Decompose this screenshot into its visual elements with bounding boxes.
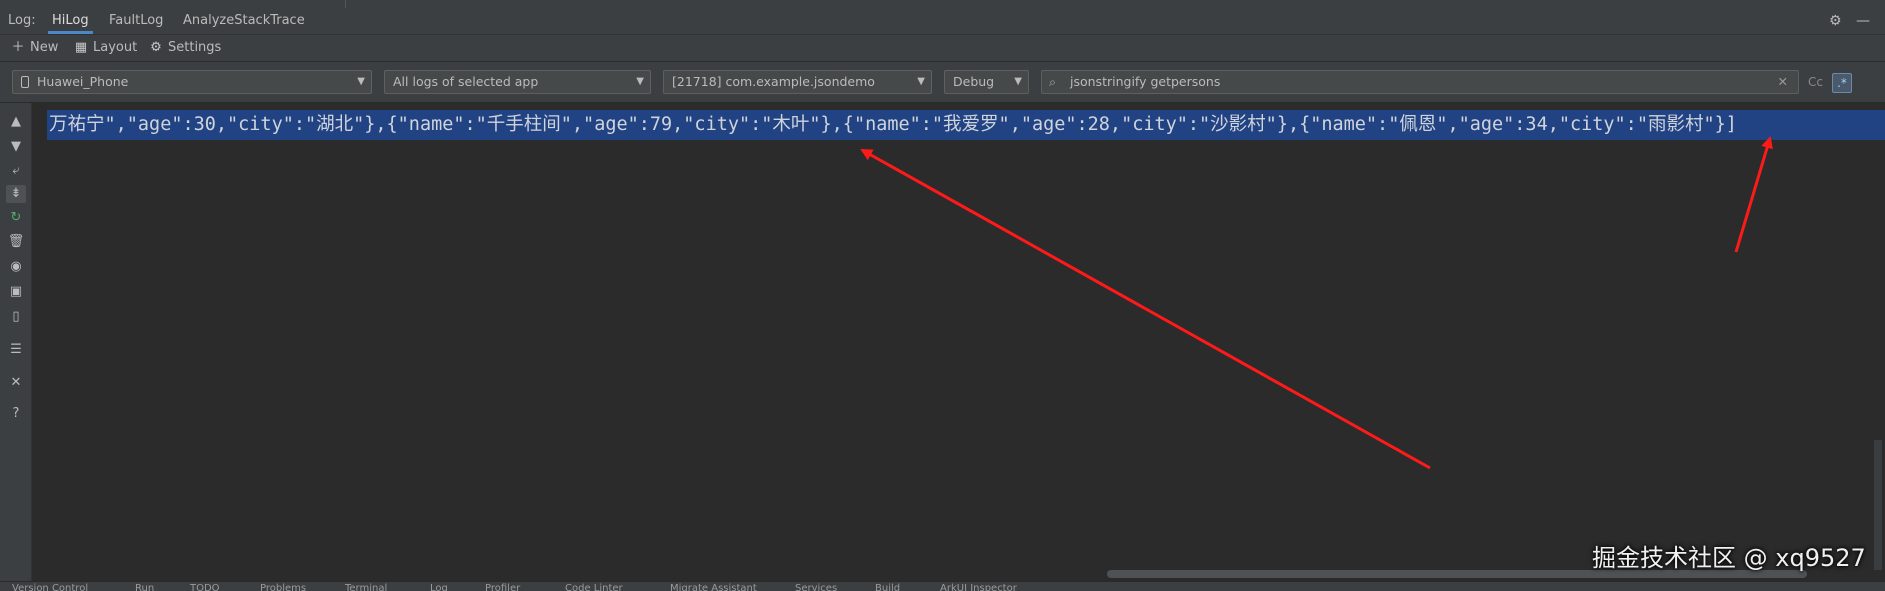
annotation-arrow-right — [1734, 136, 1773, 253]
annotation-arrow-left — [860, 148, 1431, 470]
annotation-arrows — [860, 136, 1773, 470]
watermark: 掘金技术社区 @ xq9527 — [1592, 544, 1866, 572]
